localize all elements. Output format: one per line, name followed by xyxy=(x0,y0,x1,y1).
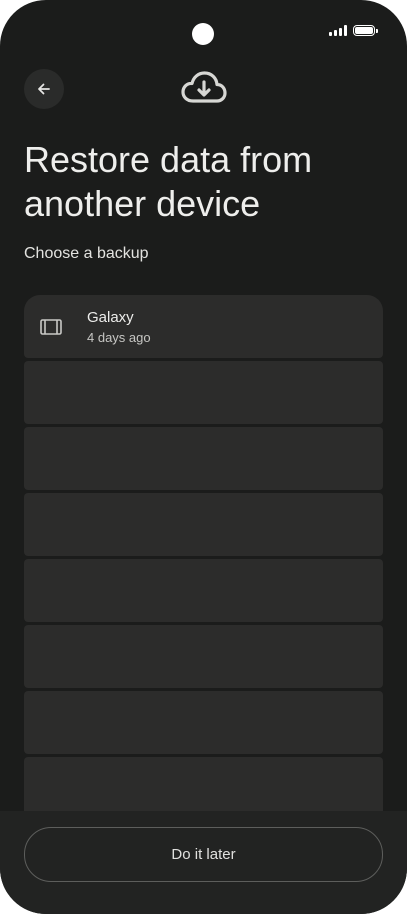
status-bar-icons xyxy=(329,22,378,38)
back-button[interactable] xyxy=(24,69,64,109)
backup-device-name: Galaxy xyxy=(87,309,134,326)
phone-device-icon xyxy=(40,319,62,335)
footer-bar: Do it later xyxy=(0,811,407,914)
signal-icon xyxy=(329,24,347,36)
backup-item-placeholder[interactable] xyxy=(24,559,383,622)
backup-item-galaxy[interactable]: Galaxy 4 days ago xyxy=(24,295,383,358)
backup-time: 4 days ago xyxy=(87,330,151,345)
backup-item-placeholder[interactable] xyxy=(24,625,383,688)
cloud-download-icon xyxy=(181,71,227,103)
arrow-left-icon xyxy=(38,83,50,95)
page-subtitle: Choose a backup xyxy=(24,245,149,262)
backup-item-placeholder[interactable] xyxy=(24,361,383,424)
front-camera xyxy=(192,23,214,45)
phone-screen: Restore data from another device Choose … xyxy=(0,0,407,914)
page-title: Restore data from another device xyxy=(24,139,313,224)
do-it-later-button[interactable]: Do it later xyxy=(24,827,383,882)
battery-icon xyxy=(353,24,378,36)
backup-item-placeholder[interactable] xyxy=(24,493,383,556)
backup-item-placeholder[interactable] xyxy=(24,691,383,754)
backup-item-placeholder[interactable] xyxy=(24,427,383,490)
backup-list: Galaxy 4 days ago xyxy=(24,295,383,820)
